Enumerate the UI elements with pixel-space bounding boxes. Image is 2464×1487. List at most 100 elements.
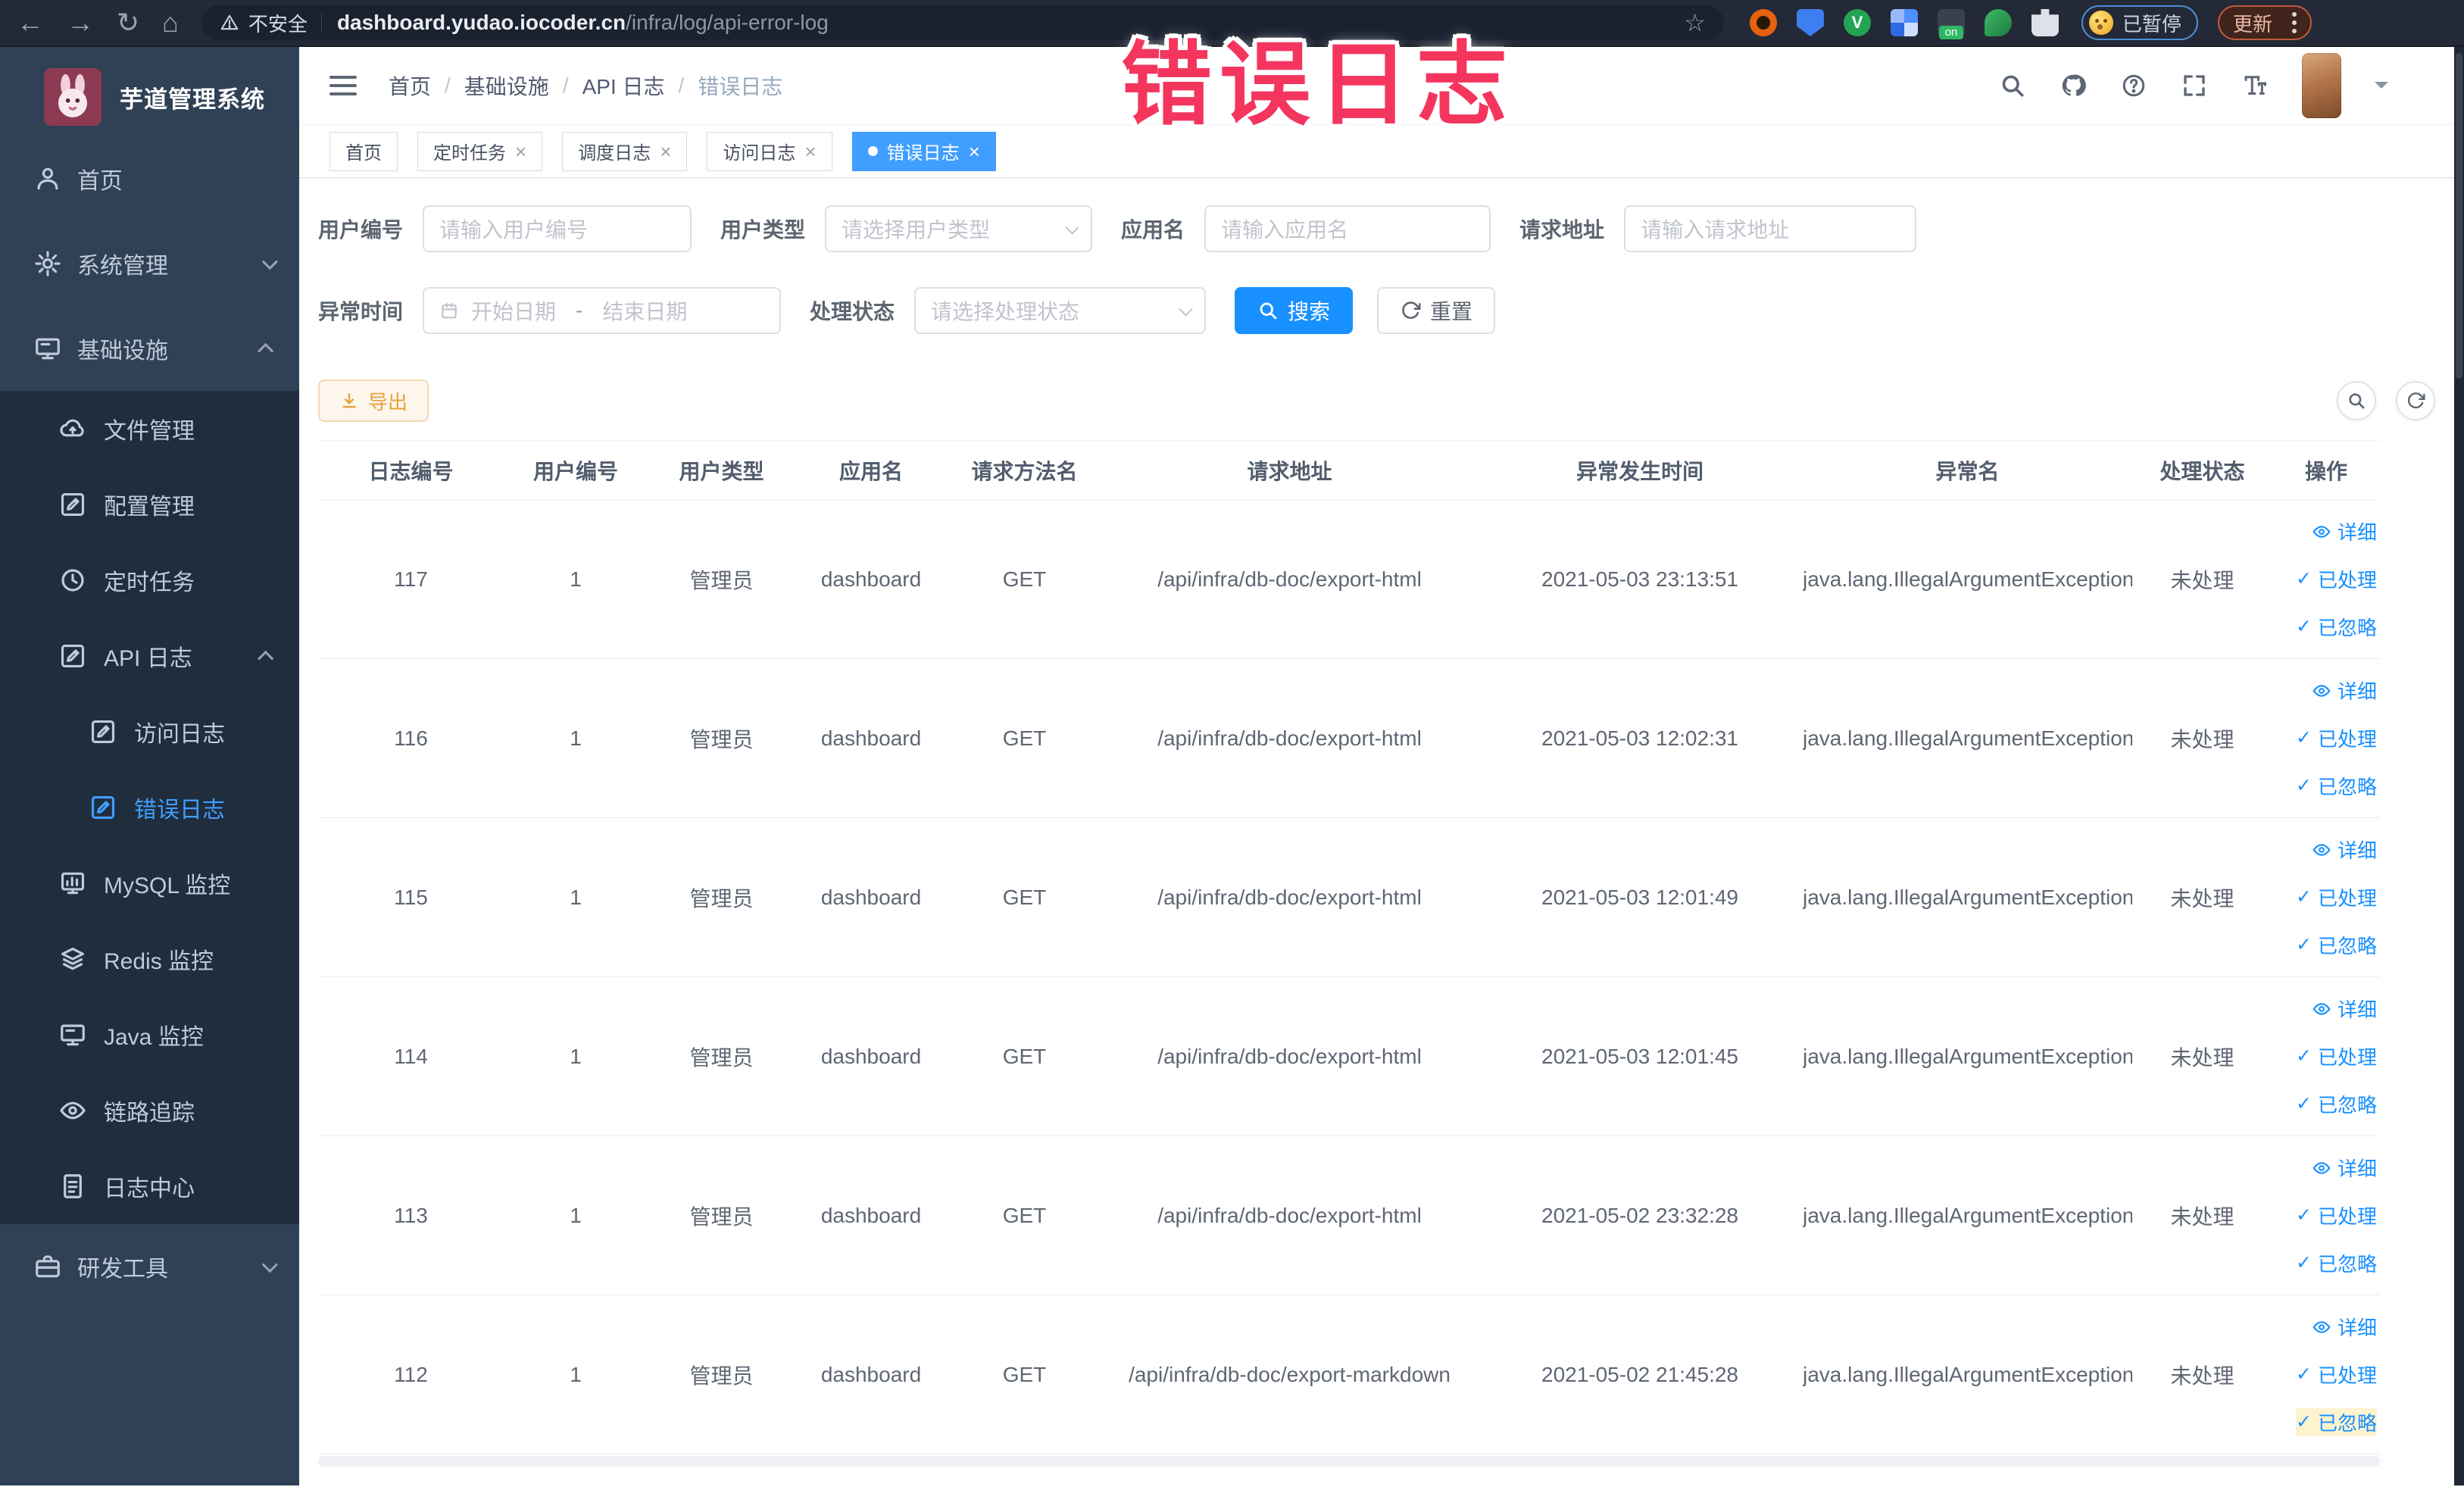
tab-定时任务[interactable]: 定时任务 ×: [417, 131, 543, 171]
mark-processed-link[interactable]: ✓ 已处理: [2296, 565, 2377, 593]
vertical-scrollbar[interactable]: [2454, 47, 2464, 1485]
sidebar-item-配置管理[interactable]: 配置管理: [0, 467, 299, 542]
detail-link[interactable]: 详细: [2312, 995, 2377, 1023]
close-tab-icon[interactable]: ×: [515, 142, 526, 161]
font-size-icon[interactable]: [2241, 72, 2269, 99]
sidebar-item-MySQL-监控[interactable]: MySQL 监控: [0, 845, 299, 921]
exception-time-range-picker[interactable]: 开始日期 - 结束日期: [423, 287, 782, 334]
mark-processed-link-label: 已处理: [2317, 1046, 2377, 1069]
user-id-input[interactable]: 请输入用户编号: [423, 205, 692, 252]
sidebar-item-首页[interactable]: 首页: [0, 136, 299, 221]
sidebar-item-系统管理[interactable]: 系统管理: [0, 221, 299, 306]
browser-menu-icon[interactable]: [2291, 20, 2297, 25]
sidebar-toggle-icon[interactable]: [329, 76, 357, 95]
app-logo: [44, 68, 101, 126]
reset-button[interactable]: 重置: [1377, 287, 1496, 334]
detail-link[interactable]: 详细: [2312, 1313, 2377, 1341]
breadcrumb-item[interactable]: 首页: [389, 70, 431, 101]
fullscreen-icon[interactable]: [2181, 72, 2208, 99]
chevron-up-icon: [258, 342, 274, 359]
reload-button[interactable]: ↻: [117, 9, 139, 36]
refresh-table-button[interactable]: [2396, 381, 2435, 420]
sidebar-item-定时任务[interactable]: 定时任务: [0, 542, 299, 618]
browser-update-button[interactable]: 更新: [2217, 5, 2312, 40]
process-status-select[interactable]: 请选择处理状态: [914, 287, 1207, 334]
ring-extension-icon[interactable]: [1749, 9, 1777, 36]
tab-首页[interactable]: 首页: [329, 131, 398, 171]
horizontal-scrollbar[interactable]: [318, 1456, 2380, 1467]
sidebar-item-日志中心[interactable]: 日志中心: [0, 1148, 299, 1224]
mark-processed-link[interactable]: ✓ 已处理: [2296, 1201, 2377, 1229]
avatar-caret-icon[interactable]: [2375, 82, 2388, 95]
chevron-down-icon: [261, 1256, 278, 1273]
v-extension-icon[interactable]: V: [1843, 9, 1871, 36]
breadcrumb-item[interactable]: 基础设施: [464, 70, 549, 101]
mark-ignored-link[interactable]: ✓ 已忽略: [2296, 772, 2377, 800]
sidebar-item-访问日志[interactable]: 访问日志: [0, 694, 299, 770]
detail-link-label: 详细: [2337, 1317, 2377, 1339]
switch-extension-icon[interactable]: [1937, 9, 1965, 39]
address-divider: [320, 13, 322, 33]
sidebar-item-研发工具[interactable]: 研发工具: [0, 1224, 299, 1309]
profile-paused-pill[interactable]: 已暂停: [2081, 5, 2198, 40]
help-icon[interactable]: [2120, 72, 2147, 99]
tab-访问日志[interactable]: 访问日志 ×: [707, 131, 832, 171]
column-header-请求方法名: 请求方法名: [947, 440, 1102, 500]
detail-link[interactable]: 详细: [2312, 836, 2377, 864]
tab-调度日志[interactable]: 调度日志 ×: [562, 131, 688, 171]
mark-ignored-link[interactable]: ✓ 已忽略: [2296, 1090, 2377, 1118]
sidebar-item-Java-监控[interactable]: Java 监控: [0, 997, 299, 1073]
mark-ignored-link-label: 已忽略: [2317, 935, 2377, 957]
mark-ignored-link[interactable]: ✓ 已忽略: [2296, 613, 2377, 641]
mark-processed-link[interactable]: ✓ 已处理: [2296, 724, 2377, 752]
sidebar-item-链路追踪[interactable]: 链路追踪: [0, 1073, 299, 1148]
mark-ignored-link[interactable]: ✓ 已忽略: [2296, 1249, 2377, 1277]
sidebar-item-文件管理[interactable]: 文件管理: [0, 391, 299, 467]
leaf-extension-icon[interactable]: [1984, 9, 2012, 36]
search-button[interactable]: 搜索: [1235, 287, 1354, 334]
mark-ignored-link-label: 已忽略: [2317, 617, 2377, 639]
breadcrumb-item[interactable]: API 日志: [582, 70, 665, 101]
sidebar-item-基础设施[interactable]: 基础设施: [0, 306, 299, 391]
sidebar-item-Redis-监控[interactable]: Redis 监控: [0, 921, 299, 997]
mark-processed-link[interactable]: ✓ 已处理: [2296, 1360, 2377, 1389]
request-url-input[interactable]: 请输入请求地址: [1624, 205, 1917, 252]
close-tab-icon[interactable]: ×: [804, 142, 816, 161]
app-logo-row[interactable]: 芋道管理系统: [0, 47, 299, 136]
cell-status: 未处理: [2132, 1136, 2272, 1295]
forward-button[interactable]: →: [67, 9, 94, 36]
mark-ignored-link[interactable]: ✓ 已忽略: [2296, 1408, 2377, 1436]
mark-ignored-link[interactable]: ✓ 已忽略: [2296, 931, 2377, 959]
grid-extension-icon[interactable]: [1890, 9, 1918, 36]
detail-link[interactable]: 详细: [2312, 676, 2377, 704]
sidebar-item-错误日志[interactable]: 错误日志: [0, 770, 299, 845]
close-tab-icon[interactable]: ×: [660, 142, 671, 161]
column-header-异常名: 异常名: [1803, 440, 2132, 500]
user-avatar[interactable]: [2302, 53, 2341, 118]
security-label[interactable]: 不安全: [248, 9, 308, 37]
app-name-input[interactable]: 请输入应用名: [1204, 205, 1491, 252]
hide-search-button[interactable]: [2337, 381, 2376, 420]
export-button[interactable]: 导出: [318, 380, 429, 422]
scrollbar-thumb[interactable]: [2456, 53, 2462, 379]
search-button-label: 搜索: [1288, 300, 1331, 323]
mark-processed-link[interactable]: ✓ 已处理: [2296, 883, 2377, 911]
column-header-日志编号: 日志编号: [318, 440, 504, 500]
bookmark-star-icon[interactable]: ☆: [1684, 8, 1706, 37]
github-icon[interactable]: [2060, 72, 2087, 99]
cell-actions: 详细 ✓ 已处理 ✓ 已忽略: [2272, 817, 2380, 977]
cell-user_id: 1: [504, 1136, 648, 1295]
detail-link[interactable]: 详细: [2312, 517, 2377, 545]
sidebar-item-API-日志[interactable]: API 日志: [0, 618, 299, 694]
mark-processed-link[interactable]: ✓ 已处理: [2296, 1042, 2377, 1070]
sidebar-item-label: Redis 监控: [104, 949, 214, 974]
back-button[interactable]: ←: [17, 9, 44, 36]
tab-错误日志[interactable]: 错误日志 ×: [851, 131, 996, 171]
detail-link[interactable]: 详细: [2312, 1154, 2377, 1182]
user-type-select[interactable]: 请选择用户类型: [825, 205, 1093, 252]
puzzle-extension-icon[interactable]: [2031, 9, 2059, 36]
close-tab-icon[interactable]: ×: [969, 142, 980, 161]
shield-extension-icon[interactable]: [1796, 9, 1824, 36]
search-icon[interactable]: [1999, 72, 2026, 99]
home-button[interactable]: ⌂: [162, 9, 179, 36]
